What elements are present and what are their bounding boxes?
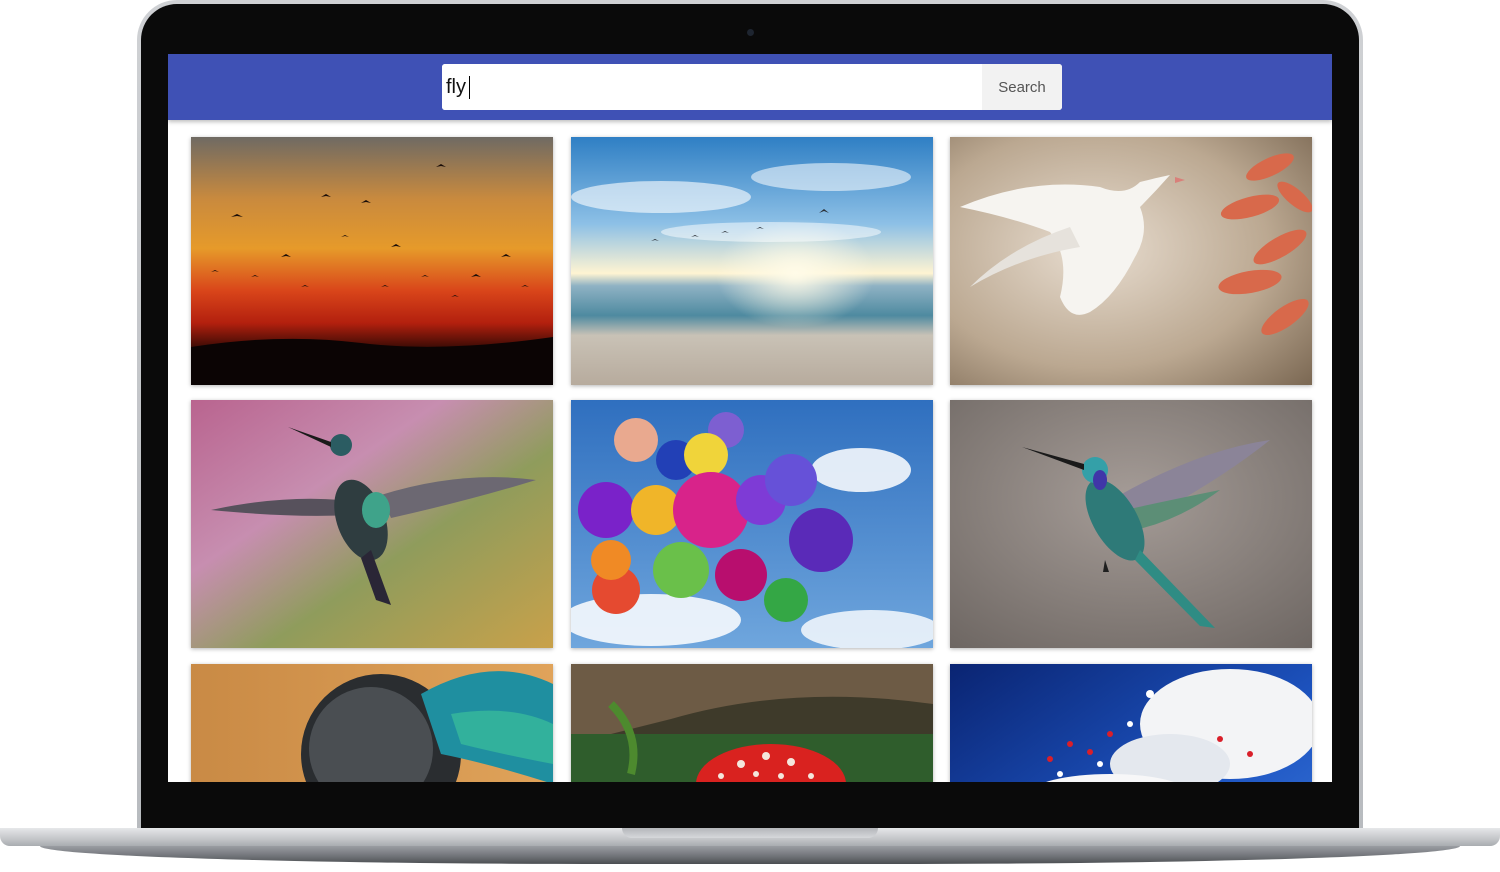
- result-image[interactable]: [191, 664, 553, 782]
- heart-balloons-image: [571, 400, 933, 648]
- laptop-notch: [622, 828, 878, 838]
- hummingbird-pink-image: [191, 400, 553, 648]
- text-cursor: [469, 76, 470, 99]
- result-image[interactable]: [191, 400, 553, 648]
- camera-icon: [747, 29, 754, 36]
- search-button[interactable]: Search: [982, 64, 1062, 110]
- result-image[interactable]: [950, 664, 1312, 782]
- image-results-grid: [168, 54, 1332, 782]
- search-box: Search: [442, 64, 1062, 110]
- result-image[interactable]: [571, 400, 933, 648]
- search-input[interactable]: [442, 64, 982, 110]
- hummingbird-flight-image: [950, 400, 1312, 648]
- result-image[interactable]: [191, 137, 553, 385]
- laptop-base-edge: [40, 846, 1460, 864]
- result-image[interactable]: [950, 400, 1312, 648]
- search-header: Search: [168, 54, 1332, 120]
- sunset-birds-image: [191, 137, 553, 385]
- fly-eye-macro-image: [191, 664, 553, 782]
- beach-sunrise-gulls-image: [571, 137, 933, 385]
- white-dove-image: [950, 137, 1312, 385]
- result-image[interactable]: [950, 137, 1312, 385]
- browser-viewport: Search: [168, 54, 1332, 782]
- result-image[interactable]: [571, 137, 933, 385]
- result-image[interactable]: [571, 664, 933, 782]
- sky-balloons-image: [950, 664, 1312, 782]
- red-mushroom-image: [571, 664, 933, 782]
